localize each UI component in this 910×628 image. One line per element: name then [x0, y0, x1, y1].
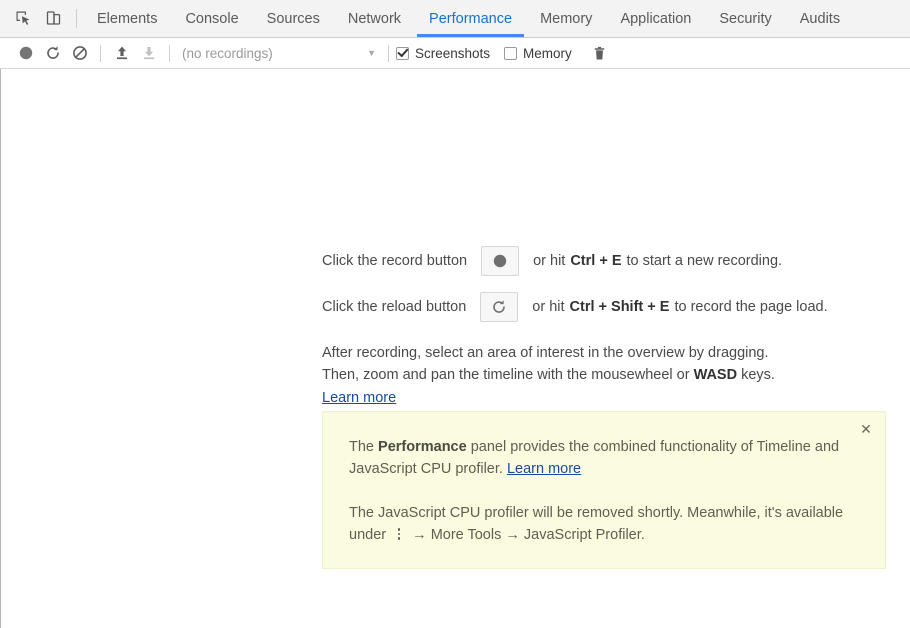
tab-label: Network — [347, 10, 402, 27]
checkbox-box — [396, 46, 409, 60]
desc-line-1: After recording, select an area of inter… — [322, 345, 769, 361]
save-profile-icon — [143, 47, 154, 60]
record-hint-row: Click the record button or hit Ctrl + E … — [322, 246, 882, 276]
tab-network[interactable]: Network — [334, 0, 415, 37]
tab-label: Sources — [266, 10, 320, 27]
memory-checkbox[interactable]: Memory — [504, 46, 572, 61]
tabbar-separator — [76, 9, 77, 28]
tab-sources[interactable]: Sources — [253, 0, 334, 37]
record-hint-keys: Ctrl + E — [570, 253, 622, 269]
banner-paragraph-1: The Performance panel provides the combi… — [349, 436, 859, 480]
close-icon[interactable]: ✕ — [857, 420, 875, 438]
banner-p1-a: The — [349, 439, 374, 455]
performance-panel-main: Click the record button or hit Ctrl + E … — [0, 69, 910, 628]
overview-description: After recording, select an area of inter… — [322, 342, 882, 409]
desc-line-2: Then, zoom and pan the timeline with the… — [322, 364, 882, 386]
desc-line-2-a: Then, zoom and pan the timeline with the… — [322, 367, 690, 383]
wasd-keys: WASD — [693, 367, 738, 383]
trash-icon — [594, 46, 604, 59]
tab-audits[interactable]: Audits — [786, 0, 854, 37]
load-profile-button[interactable] — [108, 41, 135, 66]
recordings-dropdown[interactable]: (no recordings) ▼ — [177, 41, 381, 65]
more-options-kebab-icon — [393, 528, 405, 540]
reload-and-record-button[interactable] — [39, 41, 66, 66]
record-button[interactable] — [12, 41, 39, 66]
banner-arrow-1: → — [412, 527, 427, 543]
toolbar-separator-3 — [388, 44, 389, 62]
recordings-value: (no recordings) — [182, 45, 273, 61]
tab-label: Security — [719, 10, 772, 27]
tab-performance[interactable]: Performance — [415, 0, 526, 37]
banner-p1-bold: Performance — [378, 439, 467, 455]
tab-application[interactable]: Application — [606, 0, 705, 37]
inspect-element-icon — [16, 11, 29, 25]
banner-arrow-2: → — [505, 527, 520, 543]
reload-hint-row: Click the reload button or hit Ctrl + Sh… — [322, 292, 882, 322]
toolbar-separator-1 — [100, 44, 101, 62]
tab-label: Application — [620, 10, 692, 27]
record-hint-mid: or hit — [533, 253, 566, 269]
banner-learn-more-link[interactable]: Learn more — [507, 461, 581, 477]
tab-elements[interactable]: Elements — [83, 0, 171, 37]
clear-icon — [72, 46, 87, 60]
performance-toolbar: (no recordings) ▼ Screenshots Memory — [0, 38, 910, 69]
save-profile-button[interactable] — [135, 41, 162, 66]
tab-label: Console — [185, 10, 239, 27]
record-hint-prefix: Click the record button — [322, 253, 468, 269]
reload-hint-suffix: to record the page load. — [674, 299, 828, 315]
record-button-chip[interactable] — [481, 246, 520, 276]
screenshots-label: Screenshots — [415, 45, 491, 61]
tab-label: Audits — [799, 10, 841, 27]
reload-hint-mid: or hit — [532, 299, 565, 315]
reload-icon — [46, 46, 59, 59]
reload-hint-keys: Ctrl + Shift + E — [569, 299, 670, 315]
learn-more-link[interactable]: Learn more — [322, 387, 396, 409]
tab-memory[interactable]: Memory — [526, 0, 606, 37]
clear-recording-button[interactable] — [66, 41, 93, 66]
banner-more-tools: More Tools — [430, 527, 502, 543]
device-toolbar-button[interactable] — [40, 6, 66, 32]
tab-label: Memory — [540, 10, 593, 27]
tab-console[interactable]: Console — [171, 0, 252, 37]
panel-tabs: Elements Console Sources Network Perform… — [83, 0, 854, 37]
chevron-down-icon: ▼ — [367, 47, 376, 58]
record-icon — [493, 254, 507, 268]
banner-paragraph-2: The JavaScript CPU profiler will be remo… — [349, 502, 859, 546]
reload-icon — [493, 300, 506, 313]
reload-hint-prefix: Click the reload button — [322, 299, 467, 315]
banner-p2-b: JavaScript Profiler. — [523, 527, 645, 543]
record-icon — [19, 46, 32, 60]
screenshots-checkbox[interactable]: Screenshots — [396, 46, 490, 61]
toolbar-separator-2 — [169, 44, 170, 62]
device-toolbar-icon — [46, 11, 60, 25]
devtools-tabbar: Elements Console Sources Network Perform… — [0, 0, 910, 38]
tabbar-icon-group — [0, 0, 72, 37]
checkbox-box — [504, 46, 518, 60]
tab-label: Elements — [97, 10, 158, 27]
load-profile-icon — [116, 46, 127, 60]
performance-info-banner: ✕ The Performance panel provides the com… — [322, 411, 886, 569]
tab-security[interactable]: Security — [705, 0, 785, 37]
tab-label: Performance — [429, 10, 513, 27]
reload-button-chip[interactable] — [480, 292, 519, 322]
landing-instructions: Click the record button or hit Ctrl + E … — [322, 246, 882, 409]
memory-label: Memory — [523, 45, 572, 61]
desc-line-2-b: keys. — [741, 367, 775, 383]
collect-garbage-button[interactable] — [586, 41, 613, 66]
record-hint-suffix: to start a new recording. — [626, 253, 783, 269]
inspect-element-button[interactable] — [10, 6, 36, 32]
